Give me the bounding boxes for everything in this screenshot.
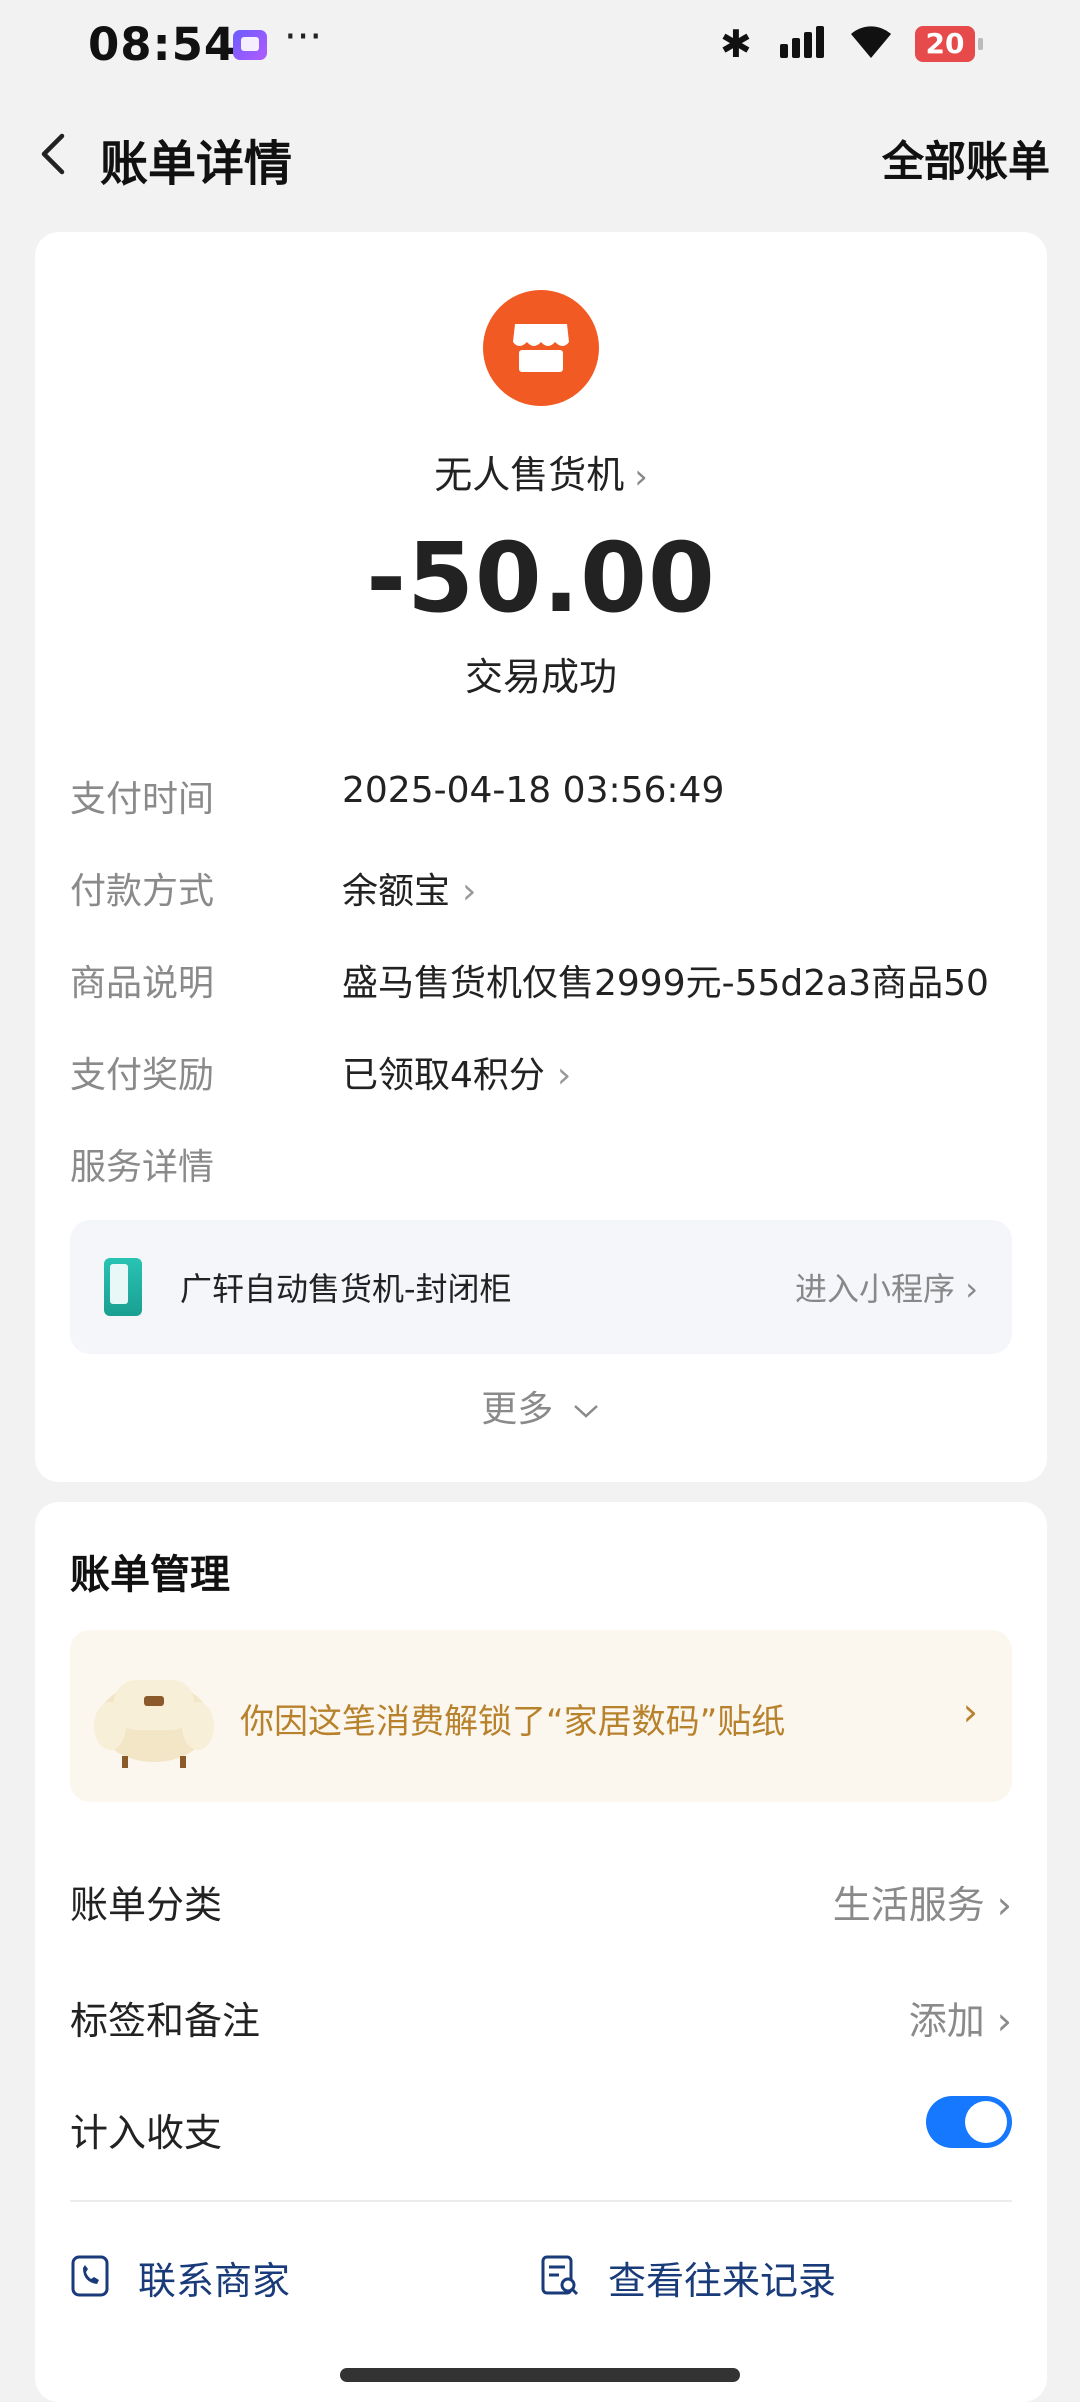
chevron-right-icon: › — [965, 1270, 978, 1308]
detail-label: 服务详情 — [70, 1147, 215, 1188]
sticker-unlock-banner[interactable]: 你因这笔消费解锁了“家居数码”贴纸 › — [70, 1630, 1012, 1802]
tags-notes-value: 添加 — [908, 1999, 985, 2043]
page-title: 账单详情 — [100, 136, 293, 192]
section-title: 账单管理 — [70, 1552, 230, 1598]
wifi-icon — [846, 20, 896, 64]
tags-notes-label: 标签和备注 — [70, 1999, 261, 2043]
battery-icon: 20 — [915, 26, 983, 62]
contact-merchant-label: 联系商家 — [138, 2259, 291, 2303]
status-time: 08:54 — [88, 18, 237, 71]
chevron-right-icon: › — [556, 1055, 572, 1096]
detail-value: 已领取4积分 — [342, 1055, 545, 1096]
bluetooth-icon: ✱ — [720, 22, 752, 66]
chevron-right-icon: › — [962, 1690, 978, 1734]
more-notifications-indicator: ··· — [284, 14, 323, 60]
transaction-amount: -50.00 — [366, 522, 716, 634]
chevron-right-icon: › — [462, 871, 477, 912]
detail-value: 2025-04-18 03:56:49 — [342, 770, 725, 811]
chevron-down-icon — [573, 1405, 598, 1418]
nav-header: 账单详情 全部账单 — [0, 110, 1080, 200]
detail-row-payment-method[interactable]: 付款方式 余额宝 › — [70, 862, 1010, 922]
chevron-right-icon: › — [634, 457, 648, 497]
toggle-knob — [965, 2101, 1007, 2143]
bill-management-card: 账单管理 你因这笔消费解锁了“家居数码”贴纸 › 账单分类 生活服务 › 标签和… — [35, 1502, 1047, 2402]
bill-category-label: 账单分类 — [70, 1883, 223, 1927]
detail-row-product-desc: 商品说明 盛马售货机仅售2999元-55d2a3商品50 — [70, 954, 1010, 1014]
phone-icon — [71, 2255, 109, 2297]
include-in-balance-toggle[interactable] — [926, 2096, 1012, 2148]
transaction-status: 交易成功 — [464, 655, 617, 699]
home-indicator[interactable] — [340, 2368, 740, 2382]
detail-label: 支付时间 — [70, 779, 215, 820]
back-arrow-icon[interactable] — [30, 130, 78, 178]
view-history-label: 查看往来记录 — [608, 2259, 837, 2303]
chevron-right-icon: › — [996, 1883, 1012, 1927]
detail-row-payment-time: 支付时间 2025-04-18 03:56:49 — [70, 770, 1010, 830]
all-bills-link[interactable]: 全部账单 — [882, 128, 1050, 189]
detail-label: 支付奖励 — [70, 1055, 215, 1096]
signal-icon — [780, 26, 828, 58]
record-search-icon — [541, 2255, 579, 2296]
sofa-sticker-icon — [94, 1680, 214, 1768]
detail-label: 商品说明 — [70, 963, 215, 1004]
merchant-name: 无人售货机 — [434, 453, 625, 497]
bill-summary-card: 无人售货机 › -50.00 交易成功 支付时间 2025-04-18 03:56… — [35, 232, 1047, 1482]
detail-row-service-details: 服务详情 — [70, 1138, 1010, 1198]
store-icon — [483, 290, 599, 406]
include-in-balance-label: 计入收支 — [70, 2111, 223, 2155]
bill-category-value: 生活服务 — [832, 1883, 985, 1927]
detail-value: 盛马售货机仅售2999元-55d2a3商品50 — [342, 963, 989, 1004]
tags-notes-row[interactable]: 标签和备注 添加 › — [70, 1990, 1012, 2050]
detail-value: 余额宝 — [342, 871, 451, 912]
status-bar: 08:54 ··· ✱ 20 — [0, 0, 1080, 90]
detail-row-payment-reward[interactable]: 支付奖励 已领取4积分 › — [70, 1046, 1010, 1106]
divider — [70, 2200, 1012, 2202]
sticker-message: 你因这笔消费解锁了“家居数码”贴纸 — [240, 1702, 786, 1742]
app-notification-icon — [233, 30, 267, 60]
more-label: 更多 — [481, 1389, 554, 1430]
vending-machine-icon — [104, 1258, 142, 1316]
bill-category-row[interactable]: 账单分类 生活服务 › — [70, 1874, 1012, 1934]
service-name: 广轩自动售货机-封闭柜 — [180, 1270, 512, 1308]
chevron-right-icon: › — [996, 1999, 1012, 2043]
include-in-balance-row: 计入收支 — [70, 2096, 1012, 2162]
mini-program-entry[interactable]: 广轩自动售货机-封闭柜 进入小程序 › — [70, 1220, 1012, 1354]
enter-mini-program-link[interactable]: 进入小程序 — [795, 1270, 955, 1308]
more-button[interactable]: 更多 — [35, 1380, 1047, 1432]
merchant-name-link[interactable]: 无人售货机 › — [35, 444, 1047, 499]
detail-label: 付款方式 — [70, 871, 215, 912]
